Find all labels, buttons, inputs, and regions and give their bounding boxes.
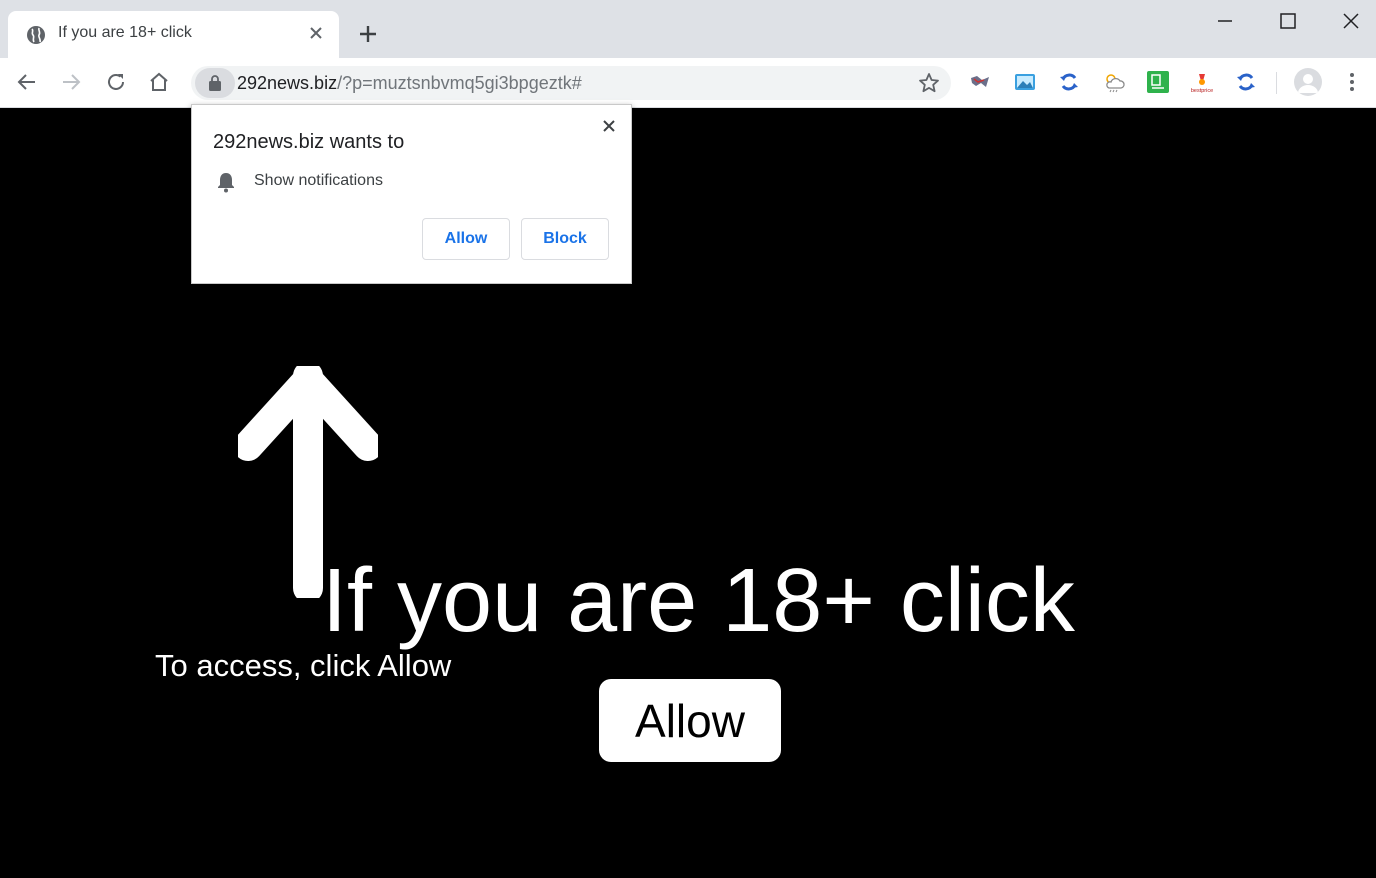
- url-path: /?p=muztsnbvmq5gi3bpgeztk#: [337, 73, 582, 93]
- toolbar-divider: [1276, 72, 1277, 94]
- bestprice-extension-icon[interactable]: bestprice: [1190, 70, 1214, 94]
- close-icon[interactable]: [601, 118, 617, 134]
- photo-extension-icon[interactable]: [1013, 70, 1037, 94]
- bell-icon: [218, 173, 234, 193]
- page-allow-button[interactable]: Allow: [599, 679, 781, 762]
- maximize-icon[interactable]: [1275, 8, 1301, 34]
- weather-extension-icon[interactable]: [1102, 70, 1126, 94]
- popup-title: 292news.biz wants to: [213, 131, 405, 153]
- notification-permission-popup: 292news.biz wants to Show notifications …: [191, 104, 632, 284]
- spreadsheet-extension-icon[interactable]: [1146, 70, 1170, 94]
- plus-icon[interactable]: [356, 22, 380, 46]
- home-icon[interactable]: [147, 70, 171, 94]
- map-extension-icon[interactable]: [968, 70, 992, 94]
- sync-extension-icon[interactable]: [1057, 70, 1081, 94]
- reload-icon[interactable]: [104, 70, 128, 94]
- tab-close-icon[interactable]: [307, 24, 325, 42]
- bookmark-star-icon[interactable]: [917, 71, 941, 95]
- person-icon: [1298, 74, 1318, 93]
- allow-button[interactable]: Allow: [422, 218, 510, 260]
- tab-strip: If you are 18+ click: [0, 0, 1376, 58]
- bestprice-label: bestprice: [1191, 88, 1213, 94]
- permission-label: Show notifications: [254, 172, 383, 189]
- forward-arrow-icon[interactable]: [59, 70, 83, 94]
- close-icon[interactable]: [1338, 8, 1364, 34]
- back-arrow-icon[interactable]: [15, 70, 39, 94]
- globe-icon: [27, 26, 45, 44]
- profile-avatar[interactable]: [1294, 68, 1322, 96]
- block-button[interactable]: Block: [521, 218, 609, 260]
- menu-dots-icon[interactable]: [1340, 70, 1364, 94]
- address-bar[interactable]: 292news.biz/?p=muztsnbvmq5gi3bpgeztk#: [191, 66, 951, 100]
- url-text: 292news.biz/?p=muztsnbvmq5gi3bpgeztk#: [237, 73, 582, 94]
- minimize-icon[interactable]: [1212, 8, 1238, 34]
- browser-tab[interactable]: If you are 18+ click: [8, 11, 339, 58]
- url-host: 292news.biz: [237, 73, 338, 93]
- lock-icon: [209, 75, 221, 91]
- page-headline: If you are 18+ click: [322, 551, 1075, 651]
- tab-title: If you are 18+ click: [58, 24, 192, 41]
- sync-extension-2-icon[interactable]: [1234, 70, 1258, 94]
- site-info-button[interactable]: [195, 68, 235, 98]
- browser-toolbar: 292news.biz/?p=muztsnbvmq5gi3bpgeztk# be…: [0, 58, 1376, 108]
- page-instruction: To access, click Allow: [155, 648, 452, 683]
